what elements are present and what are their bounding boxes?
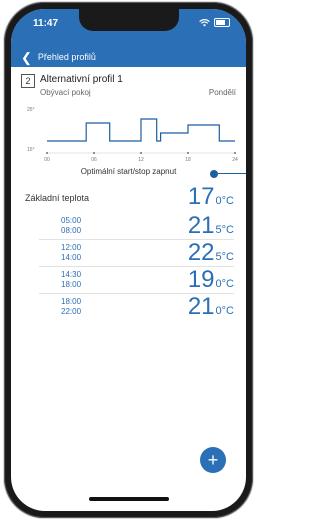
profile-room: Obývací pokoj	[40, 88, 91, 97]
back-chevron-icon[interactable]: ❮	[21, 51, 32, 64]
period-row[interactable]: 18:00 22:00 21 0°C	[39, 293, 234, 320]
period-temperature: 19 0°C	[187, 266, 234, 293]
base-temperature-label: Základní teplota	[25, 193, 90, 203]
period-row[interactable]: 12:00 14:00 22 5°C	[39, 239, 234, 266]
x-tick-label: 00	[44, 157, 50, 163]
profile-content: 2 Alternativní profil 1 Obývací pokoj Po…	[11, 67, 246, 511]
period-temperature: 22 5°C	[187, 239, 234, 266]
wifi-icon	[199, 18, 210, 26]
period-row[interactable]: 14:30 18:00 19 0°C	[39, 266, 234, 293]
period-list: 05:00 08:00 21 5°C 12:00 14:00 22 5°C 14…	[39, 213, 234, 320]
x-tick-mark	[93, 152, 95, 154]
x-tick-mark	[46, 152, 48, 154]
x-tick-label: 06	[91, 157, 97, 163]
nav-bar: ❮ Přehled profilů	[11, 47, 246, 67]
screen: 11:47 ❮ Přehled profilů 2 Alternativní p…	[11, 9, 246, 511]
base-temperature-row[interactable]: Základní teplota 17 0°C	[25, 185, 234, 209]
period-times: 12:00 14:00	[61, 243, 82, 262]
x-tick-mark	[187, 152, 189, 154]
period-row[interactable]: 05:00 08:00 21 5°C	[39, 213, 234, 239]
status-icons	[199, 18, 230, 27]
profile-number-badge: 2	[21, 74, 35, 88]
profile-name: Alternativní profil 1	[40, 74, 123, 85]
notch	[78, 9, 179, 31]
period-temperature: 21 0°C	[187, 293, 234, 320]
profile-day: Pondělí	[208, 88, 236, 97]
x-tick-label: 24	[232, 157, 238, 163]
home-indicator	[88, 497, 169, 501]
status-time: 11:47	[33, 18, 59, 29]
period-times: 14:30 18:00	[61, 270, 82, 289]
annotation-dot	[210, 170, 218, 178]
x-tick-label: 12	[138, 157, 144, 163]
schedule-chart: 25° 15° 00 06 12 18 24	[27, 107, 238, 163]
x-tick-label: 18	[185, 157, 191, 163]
phone-frame: 11:47 ❮ Přehled profilů 2 Alternativní p…	[4, 2, 253, 518]
back-label[interactable]: Přehled profilů	[38, 52, 96, 62]
period-times: 18:00 22:00	[61, 297, 82, 316]
period-temperature: 21 5°C	[187, 212, 234, 239]
add-period-button[interactable]: +	[200, 447, 226, 473]
battery-icon	[214, 18, 230, 27]
annotation-line	[218, 173, 246, 174]
base-temperature-value: 17 0°C	[187, 183, 234, 210]
profile-header: 2 Alternativní profil 1 Obývací pokoj Po…	[21, 72, 236, 102]
y-tick-label: 25°	[27, 107, 35, 113]
schedule-series-line	[47, 118, 235, 142]
y-tick-label: 15°	[27, 147, 35, 153]
period-times: 05:00 08:00	[61, 216, 82, 235]
x-tick-mark	[140, 152, 142, 154]
x-tick-mark	[234, 152, 236, 154]
